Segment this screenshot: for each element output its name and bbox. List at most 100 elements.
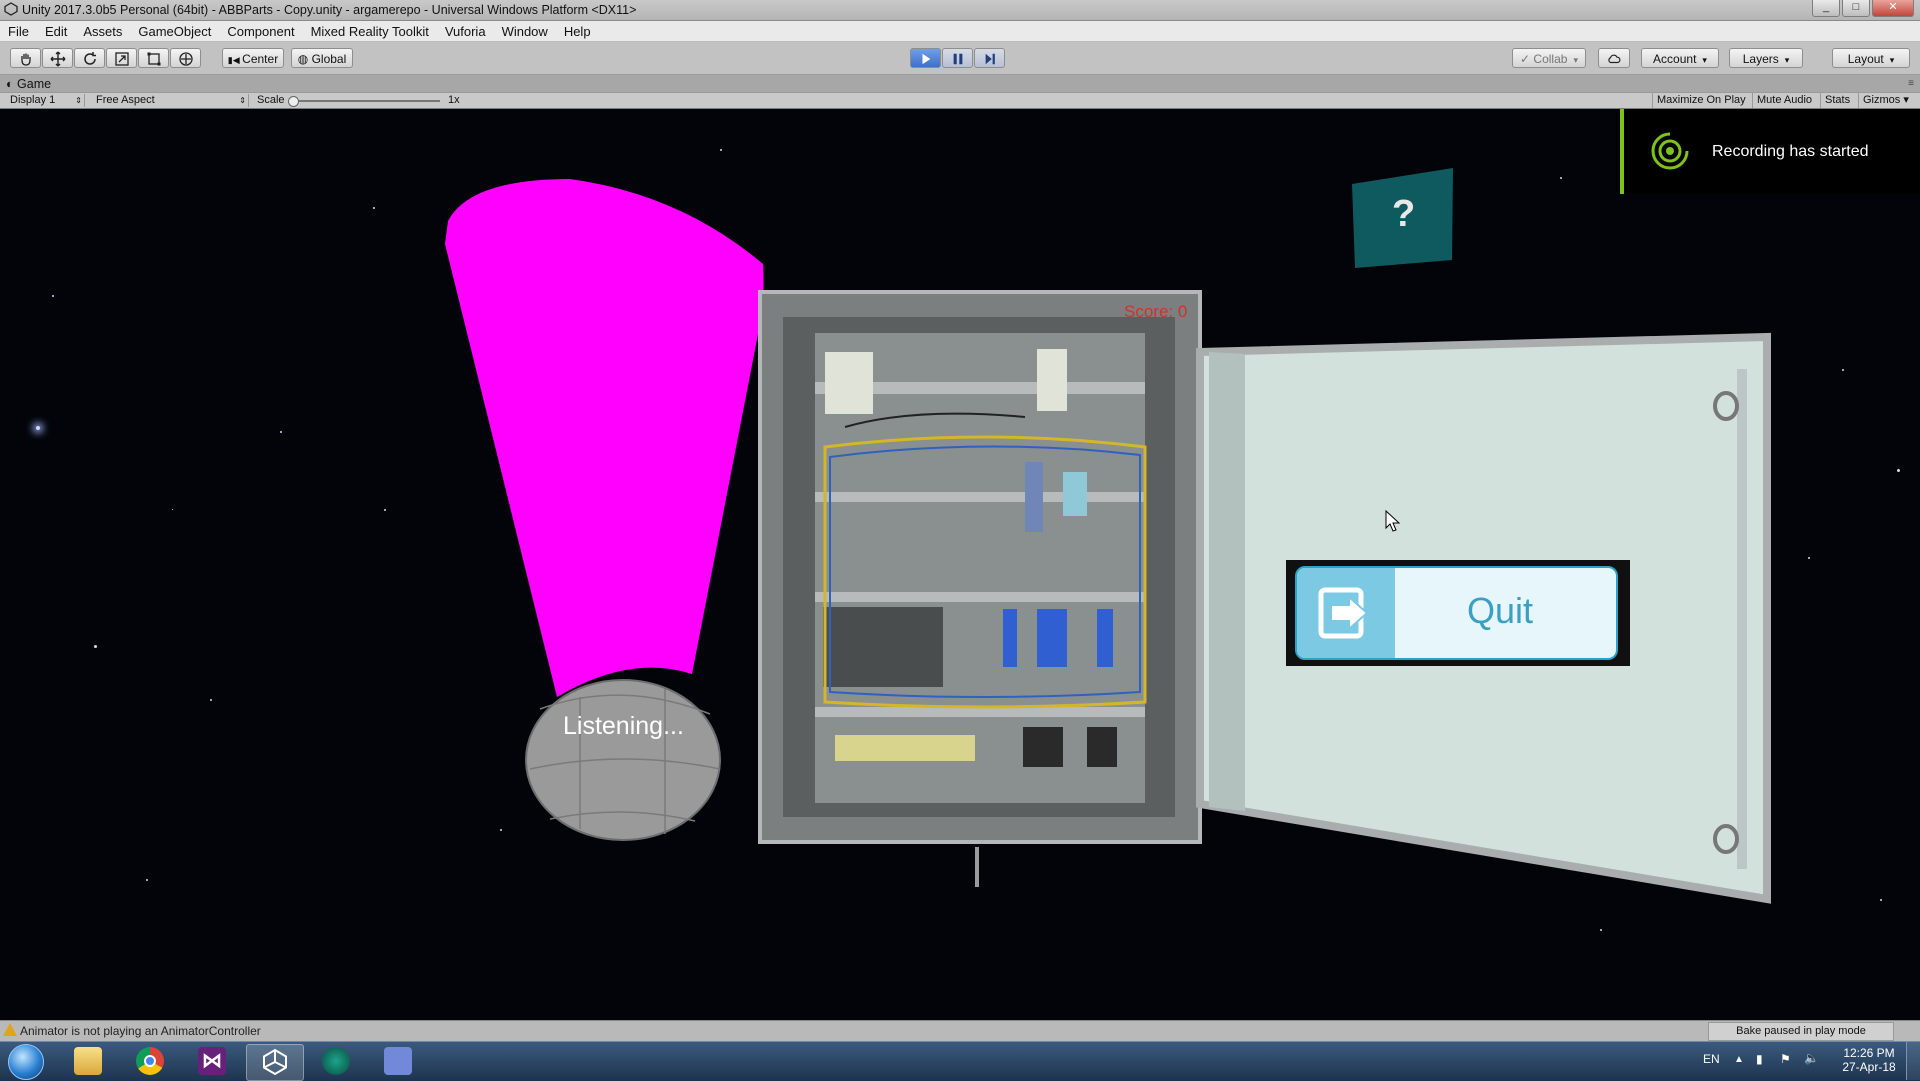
quit-icon-box — [1297, 568, 1395, 658]
clock[interactable]: 12:26 PM 27-Apr-18 — [1840, 1046, 1898, 1074]
recording-icon — [1651, 132, 1689, 170]
gizmos-dropdown[interactable]: Gizmos ▾ — [1858, 93, 1913, 108]
updown-icon: ⇕ — [239, 96, 246, 105]
scale-slider-track[interactable] — [295, 100, 440, 102]
check-icon: ✓ — [1520, 52, 1534, 66]
main-toolbar: ▮◀ Center ◍ Global ✓ Collab Account Laye… — [0, 42, 1920, 75]
scale-label: Scale — [257, 94, 285, 106]
windows-taskbar: ⋈ EN ▲ ▮ ⚑ 🔈 12:26 PM 27-Apr-18 — [0, 1041, 1920, 1081]
play-button[interactable] — [910, 48, 941, 68]
game-viewport[interactable]: Listening... ? Score: 0 Quit Recording h… — [0, 109, 1920, 1020]
scale-value: 1x — [448, 94, 460, 106]
rect-icon — [147, 52, 160, 66]
exit-icon — [1318, 587, 1369, 639]
listening-text: Listening... — [563, 712, 684, 740]
transform-icon — [178, 52, 193, 66]
status-bar: Animator is not playing an AnimatorContr… — [0, 1020, 1920, 1041]
listening-indicator — [445, 179, 764, 841]
unity-icon — [4, 2, 18, 16]
scale-tool-button[interactable] — [106, 48, 137, 68]
display-dropdown[interactable]: Display 1 ⇕ — [10, 94, 85, 107]
magenta-beam — [445, 179, 764, 697]
layers-dropdown[interactable]: Layers — [1729, 48, 1803, 68]
pause-button[interactable] — [942, 48, 973, 68]
menu-file[interactable]: File — [0, 24, 37, 39]
account-dropdown[interactable]: Account — [1641, 48, 1719, 68]
star — [210, 699, 212, 701]
hand-tool-button[interactable] — [10, 48, 41, 68]
space-label: Global — [311, 52, 347, 66]
layout-label: Layout — [1847, 52, 1884, 66]
pivot-toggle-button[interactable]: ▮◀ Center — [222, 48, 284, 68]
game-view-toolbar: Display 1 ⇕ Free Aspect ⇕ Scale 1x Maximiz… — [0, 92, 1920, 108]
star — [52, 295, 54, 297]
star — [94, 645, 97, 648]
menu-edit[interactable]: Edit — [37, 24, 75, 39]
show-desktop-button[interactable] — [1906, 1042, 1920, 1080]
score-label: Score: 0 — [1124, 302, 1188, 321]
star — [1600, 929, 1602, 931]
maximize-on-play-toggle[interactable]: Maximize On Play — [1652, 93, 1750, 108]
star — [384, 509, 386, 511]
action-center-icon[interactable]: ⚑ — [1780, 1052, 1791, 1066]
tab-menu-icon[interactable]: ≡ — [1908, 78, 1914, 89]
move-icon — [50, 51, 65, 67]
recording-toast: Recording has started — [1620, 109, 1920, 194]
recording-accent — [1620, 109, 1624, 194]
visual-studio-icon: ⋈ — [198, 1047, 226, 1075]
cloud-button[interactable] — [1598, 48, 1630, 68]
scale-slider-handle[interactable] — [288, 96, 299, 107]
taskbar-visual-studio[interactable]: ⋈ — [184, 1044, 240, 1079]
star — [373, 207, 375, 209]
step-icon — [985, 53, 995, 65]
menu-window[interactable]: Window — [494, 24, 556, 39]
aspect-dropdown[interactable]: Free Aspect ⇕ — [96, 94, 249, 107]
network-icon[interactable]: ▮ — [1756, 1052, 1763, 1066]
windows-start-icon[interactable] — [8, 1044, 44, 1080]
display-label: Display 1 — [10, 94, 56, 106]
volume-icon[interactable]: 🔈 — [1804, 1051, 1819, 1065]
star — [1897, 469, 1900, 472]
transform-tool-button[interactable] — [170, 48, 201, 68]
star — [172, 509, 173, 510]
close-button[interactable]: ✕ — [1872, 0, 1914, 17]
move-tool-button[interactable] — [42, 48, 73, 68]
menu-assets[interactable]: Assets — [75, 24, 130, 39]
menu-component[interactable]: Component — [219, 24, 302, 39]
layers-label: Layers — [1742, 52, 1779, 66]
taskbar-chrome[interactable] — [122, 1044, 178, 1079]
layout-dropdown[interactable]: Layout — [1832, 48, 1910, 68]
chevron-up-icon[interactable]: ▲ — [1734, 1054, 1744, 1065]
console-message[interactable]: Animator is not playing an AnimatorContr… — [20, 1024, 261, 1038]
menu-gameobject[interactable]: GameObject — [130, 24, 219, 39]
menu-mixed-reality-toolkit[interactable]: Mixed Reality Toolkit — [303, 24, 437, 39]
menu-help[interactable]: Help — [556, 24, 599, 39]
electrical-cabinet — [758, 290, 1202, 887]
star — [1842, 369, 1844, 371]
account-label: Account — [1653, 52, 1697, 66]
tab-game[interactable]: ◐ Game — [6, 77, 51, 91]
step-button[interactable] — [974, 48, 1005, 68]
warning-icon — [3, 1023, 17, 1036]
star — [146, 879, 148, 881]
recording-text: Recording has started — [1712, 143, 1869, 160]
collab-dropdown[interactable]: ✓ Collab — [1512, 48, 1586, 68]
cursor-icon — [1385, 510, 1401, 532]
mute-audio-toggle[interactable]: Mute Audio — [1752, 93, 1816, 108]
taskbar-file-explorer[interactable] — [60, 1044, 116, 1079]
minimize-button[interactable]: _ — [1812, 0, 1840, 17]
pause-icon — [953, 53, 962, 65]
taskbar-gitkraken[interactable] — [308, 1044, 364, 1079]
quit-button[interactable]: Quit — [1286, 560, 1630, 666]
bake-status: Bake paused in play mode — [1708, 1022, 1894, 1041]
menu-vuforia[interactable]: Vuforia — [437, 24, 494, 39]
language-indicator[interactable]: EN — [1703, 1052, 1720, 1066]
maximize-button[interactable]: □ — [1842, 0, 1870, 17]
stats-toggle[interactable]: Stats — [1820, 93, 1854, 108]
taskbar-discord[interactable] — [370, 1044, 426, 1079]
gizmos-label: Gizmos — [1863, 94, 1901, 106]
space-toggle-button[interactable]: ◍ Global — [291, 48, 353, 68]
rotate-tool-button[interactable] — [74, 48, 105, 68]
taskbar-unity[interactable] — [246, 1044, 304, 1081]
rect-tool-button[interactable] — [138, 48, 169, 68]
